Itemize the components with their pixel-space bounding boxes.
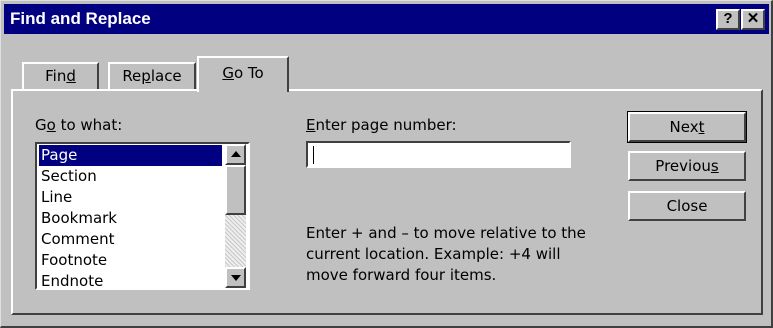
list-item-comment[interactable]: Comment bbox=[39, 229, 222, 250]
tab-accesskey: d bbox=[66, 67, 76, 85]
tab-label: o To bbox=[233, 64, 264, 82]
tab-go-to[interactable]: Go To bbox=[197, 56, 289, 92]
tab-replace[interactable]: Replace bbox=[108, 62, 196, 90]
button-label: Previou bbox=[655, 157, 711, 175]
scroll-down-button[interactable] bbox=[225, 267, 246, 288]
tab-label: Fin bbox=[45, 67, 67, 85]
button-accesskey: t bbox=[698, 118, 705, 136]
tab-label: lace bbox=[150, 67, 182, 85]
find-replace-dialog: Find and Replace ? ✕ Find Replace Go To … bbox=[0, 0, 773, 328]
page-number-input[interactable] bbox=[306, 141, 571, 168]
help-button[interactable]: ? bbox=[716, 9, 740, 30]
help-text: Enter + and – to move relative to the cu… bbox=[306, 224, 586, 284]
list-scrollbar[interactable] bbox=[225, 144, 246, 288]
label-text: to what: bbox=[55, 116, 123, 134]
dialog-title: Find and Replace bbox=[10, 9, 151, 28]
close-button[interactable]: Close bbox=[628, 191, 746, 221]
arrow-up-icon bbox=[231, 151, 241, 157]
list-item-endnote[interactable]: Endnote bbox=[39, 271, 222, 288]
button-label: Nex bbox=[669, 118, 699, 136]
scrollbar-thumb[interactable] bbox=[225, 165, 246, 215]
next-button[interactable]: Next bbox=[627, 111, 747, 143]
close-window-button[interactable]: ✕ bbox=[741, 9, 765, 30]
tab-find[interactable]: Find bbox=[22, 62, 99, 90]
button-label: Close bbox=[666, 197, 708, 215]
scroll-up-button[interactable] bbox=[225, 144, 246, 165]
list-item-line[interactable]: Line bbox=[39, 187, 222, 208]
close-icon: ✕ bbox=[746, 10, 760, 27]
list-item-page[interactable]: Page bbox=[39, 145, 222, 166]
list-item-bookmark[interactable]: Bookmark bbox=[39, 208, 222, 229]
label-text: nter page number: bbox=[315, 116, 457, 134]
title-bar[interactable]: Find and Replace ? ✕ bbox=[4, 4, 769, 34]
arrow-down-icon bbox=[231, 275, 241, 281]
go-to-what-label: Go to what: bbox=[35, 116, 122, 134]
previous-button[interactable]: Previous bbox=[628, 151, 746, 181]
tab-accesskey: p bbox=[141, 67, 151, 85]
list-item-section[interactable]: Section bbox=[39, 166, 222, 187]
text-caret bbox=[313, 146, 314, 164]
label-accesskey: o bbox=[46, 116, 56, 134]
help-icon: ? bbox=[723, 10, 733, 27]
button-accesskey: s bbox=[710, 157, 719, 175]
page-number-label: Enter page number: bbox=[306, 116, 457, 134]
label-text: G bbox=[35, 116, 47, 134]
tab-label: Re bbox=[122, 67, 142, 85]
list-item-footnote[interactable]: Footnote bbox=[39, 250, 222, 271]
tab-accesskey: G bbox=[222, 64, 234, 82]
go-to-what-list[interactable]: Page Section Line Bookmark Comment Footn… bbox=[35, 142, 250, 290]
